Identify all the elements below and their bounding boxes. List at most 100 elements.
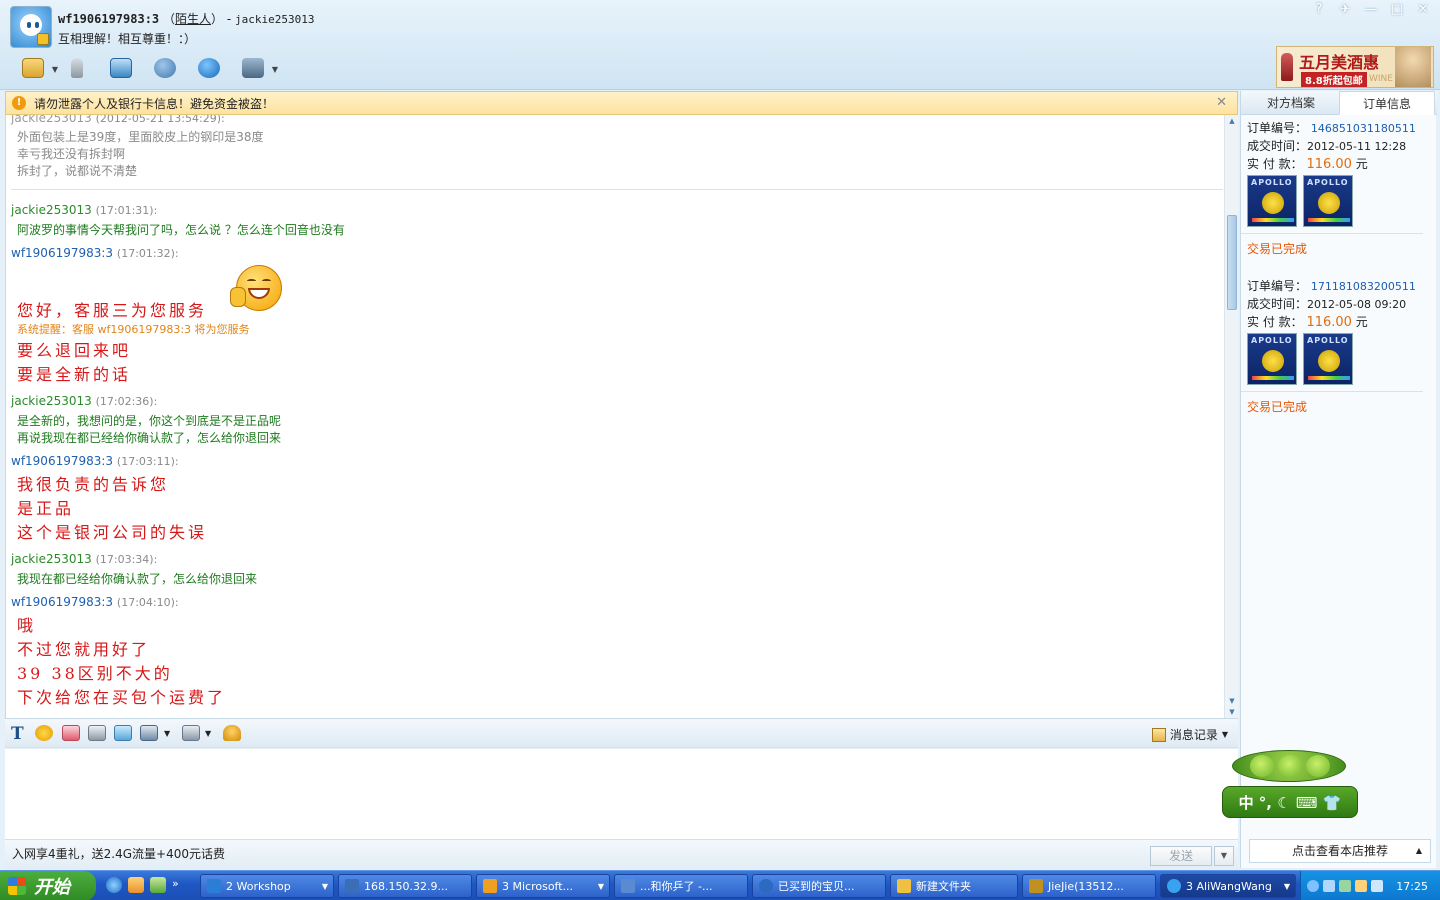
- add-contact-button[interactable]: [150, 54, 180, 82]
- chat-history[interactable]: jackie253013 (2012-05-21 13:54:29): 外面包装…: [5, 115, 1238, 718]
- web-button[interactable]: [194, 54, 224, 82]
- help-button[interactable]: ?: [1312, 2, 1326, 17]
- scroll-down-icon[interactable]: ▼: [1226, 696, 1238, 706]
- order-status[interactable]: 交易已完成: [1247, 398, 1425, 416]
- message-text: 哦: [17, 616, 37, 635]
- product-label: APOLLO: [1307, 178, 1349, 187]
- order-card: 订单编号： 171181083200511 成交时间：2012-05-08 09…: [1241, 277, 1425, 416]
- app-icon: [207, 879, 221, 893]
- shop-recommend-button[interactable]: 点击查看本店推荐 ▲: [1249, 839, 1431, 863]
- chevron-down-icon[interactable]: ▼: [272, 65, 278, 74]
- tray-app-icon[interactable]: [1355, 880, 1367, 892]
- sender-name[interactable]: wf1906197983:3: [11, 595, 113, 609]
- pin-button[interactable]: ✈: [1338, 2, 1352, 17]
- microphone-icon: [71, 58, 83, 78]
- ime-toolbar[interactable]: 中 °, ☾ ⌨ 👕: [1222, 742, 1358, 820]
- more-icon[interactable]: [182, 725, 200, 741]
- scroll-up-icon[interactable]: ▲: [1226, 116, 1238, 126]
- message-history-button[interactable]: 消息记录 ▼: [1151, 726, 1228, 743]
- ie-icon[interactable]: [106, 877, 122, 893]
- order-price: 116.00: [1306, 157, 1352, 172]
- tray-app-icon[interactable]: [1339, 880, 1351, 892]
- taskbar: 开始 » 2 Workshop ▼ 168.150.32.9... 3 Micro…: [0, 870, 1440, 900]
- product-image[interactable]: APOLLO: [1247, 333, 1297, 385]
- order-number[interactable]: 171181083200511: [1311, 280, 1416, 293]
- product-image[interactable]: APOLLO: [1247, 175, 1297, 227]
- chevron-down-icon[interactable]: ▼: [52, 65, 58, 74]
- tab-orders[interactable]: 订单信息: [1339, 91, 1435, 115]
- message-input[interactable]: [5, 749, 1238, 839]
- sender-name[interactable]: jackie253013: [11, 552, 92, 566]
- start-label: 开始: [34, 877, 70, 898]
- taskbar-item[interactable]: 168.150.32.9...: [338, 874, 472, 898]
- ime-status[interactable]: 中 °, ☾ ⌨ 👕: [1222, 786, 1358, 818]
- sender-name[interactable]: wf1906197983:3: [11, 454, 113, 468]
- window-header: wf1906197983:3 （陌生人） - jackie253013 互相理解…: [0, 0, 1440, 90]
- taskbar-item[interactable]: 3 AliWangWang ▼: [1160, 874, 1296, 898]
- app-icon[interactable]: [128, 877, 144, 893]
- frame-icon[interactable]: [140, 725, 158, 741]
- tray-expand-icon[interactable]: [1307, 880, 1319, 892]
- product-image[interactable]: APOLLO: [1303, 175, 1353, 227]
- chevron-up-icon[interactable]: ▲: [1416, 840, 1422, 862]
- chat-scrollbar[interactable]: ▲ ▼ ▼: [1224, 115, 1238, 718]
- title-dash: -: [223, 12, 235, 26]
- chevron-down-icon[interactable]: ▼: [164, 725, 170, 743]
- contact-tag[interactable]: 陌生人: [175, 12, 211, 26]
- pea-icon: [1250, 755, 1274, 777]
- start-button[interactable]: 开始: [0, 871, 96, 900]
- warning-close-button[interactable]: ✕: [1216, 95, 1227, 110]
- product-thumbnails: APOLLO APOLLO: [1247, 333, 1425, 389]
- currency-unit: 元: [1355, 157, 1368, 171]
- network-icon[interactable]: [1323, 880, 1335, 892]
- send-options-button[interactable]: ▼: [1214, 846, 1234, 866]
- video-icon: [110, 58, 132, 78]
- users-icon[interactable]: [150, 877, 166, 893]
- taskbar-item-label: 已买到的宝贝...: [778, 880, 855, 893]
- order-status[interactable]: 交易已完成: [1247, 240, 1425, 258]
- ad-banner[interactable]: 五月美酒惠 8.8折起包邮 WINE: [1276, 46, 1434, 88]
- aliwangwang-icon: [1167, 879, 1181, 893]
- scroll-bottom-icon[interactable]: ▼: [1226, 707, 1238, 717]
- message-text: 再说我现在都已经给你确认款了，怎么给你退回来: [17, 431, 282, 445]
- order-number[interactable]: 146851031180511: [1311, 122, 1416, 135]
- gift-icon[interactable]: [62, 725, 80, 741]
- bell-icon[interactable]: [223, 725, 241, 741]
- taskbar-item[interactable]: 已买到的宝贝...: [752, 874, 886, 898]
- volume-icon[interactable]: [1371, 880, 1383, 892]
- voice-chat-button[interactable]: [62, 54, 92, 82]
- contact-avatar[interactable]: [10, 6, 52, 48]
- message-time: (17:02:36):: [95, 395, 158, 408]
- close-button[interactable]: ✕: [1416, 2, 1430, 17]
- taskbar-item[interactable]: ...和你乒了 -...: [614, 874, 748, 898]
- chevron-down-icon[interactable]: ▼: [205, 725, 211, 743]
- contact-info-button[interactable]: ▼: [238, 54, 278, 82]
- send-button[interactable]: 发送: [1150, 846, 1212, 866]
- taskbar-item-label: 新建文件夹: [916, 880, 971, 893]
- image-icon[interactable]: [114, 725, 132, 741]
- taskbar-item[interactable]: JieJie(13512...: [1022, 874, 1156, 898]
- message-text: 幸亏我还没有拆封啊: [17, 147, 126, 161]
- font-button[interactable]: T: [11, 725, 24, 743]
- taskbar-item[interactable]: 3 Microsoft... ▼: [476, 874, 610, 898]
- taskbar-item[interactable]: 2 Workshop ▼: [200, 874, 334, 898]
- chevron-down-icon[interactable]: ▼: [1222, 730, 1228, 739]
- quick-launch-more-icon[interactable]: »: [172, 877, 179, 893]
- folder-icon: [22, 58, 44, 78]
- scroll-thumb[interactable]: [1227, 215, 1237, 310]
- video-chat-button[interactable]: [106, 54, 136, 82]
- taskbar-item-label: 3 Microsoft...: [502, 879, 574, 893]
- message-time: (17:01:32):: [116, 247, 179, 260]
- file-transfer-button[interactable]: ▼: [18, 54, 58, 82]
- sender-name[interactable]: jackie253013: [11, 203, 92, 217]
- emoticon-icon[interactable]: [35, 725, 53, 741]
- maximize-button[interactable]: □: [1390, 2, 1404, 17]
- promo-link[interactable]: 入网享4重礼，送2.4G流量+400元话费: [12, 845, 225, 862]
- sender-name[interactable]: wf1906197983:3: [11, 246, 113, 260]
- product-image[interactable]: APOLLO: [1303, 333, 1353, 385]
- sender-name[interactable]: jackie253013: [11, 394, 92, 408]
- minimize-button[interactable]: —: [1364, 2, 1378, 17]
- screenshot-icon[interactable]: [88, 725, 106, 741]
- tab-profile[interactable]: 对方档案: [1243, 91, 1339, 115]
- taskbar-item[interactable]: 新建文件夹: [890, 874, 1018, 898]
